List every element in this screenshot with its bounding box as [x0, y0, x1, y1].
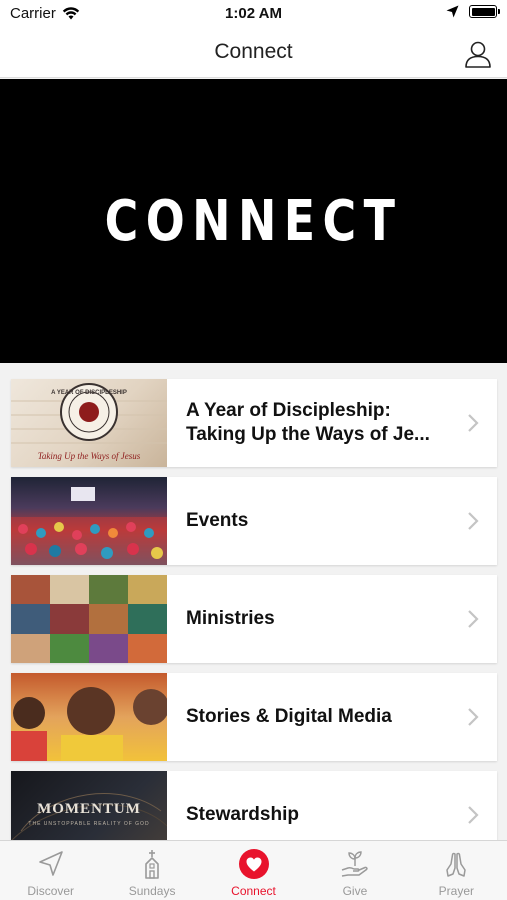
list-item-events[interactable]: Events	[11, 477, 497, 565]
connect-list: A YEAR OF DISCIPLESHIP Taking Up the Way…	[11, 379, 497, 869]
status-bar: Carrier 1:02 AM	[0, 0, 507, 28]
chevron-right-icon	[468, 414, 479, 432]
chevron-right-icon	[468, 512, 479, 530]
list-item-stories[interactable]: Stories & Digital Media	[11, 673, 497, 761]
hero-banner: CONNECT	[0, 79, 507, 363]
tab-label: Sundays	[128, 884, 176, 898]
list-item-label: Stewardship	[186, 804, 299, 825]
discipleship-seal-icon: A YEAR OF DISCIPLESHIP Taking Up the Way…	[11, 383, 167, 461]
page-title: Connect	[214, 40, 293, 63]
status-time: 1:02 AM	[225, 5, 282, 22]
list-item-ministries[interactable]: Ministries	[11, 575, 497, 663]
chevron-right-icon	[468, 806, 479, 824]
tab-connect[interactable]: Connect	[203, 841, 304, 900]
svg-text:Taking Up the Ways of Jesus: Taking Up the Ways of Jesus	[38, 451, 141, 461]
tab-bar: Discover Sundays Connect Give Prayer	[0, 840, 507, 900]
events-thumbnail	[11, 477, 167, 565]
discipleship-thumbnail: A YEAR OF DISCIPLESHIP Taking Up the Way…	[11, 379, 167, 467]
ministries-thumbnail	[11, 575, 167, 663]
tab-discover[interactable]: Discover	[0, 841, 101, 900]
tab-sundays[interactable]: Sundays	[101, 841, 202, 900]
profile-icon[interactable]	[463, 39, 493, 69]
hero-title: CONNECT	[104, 188, 403, 254]
stories-thumbnail	[11, 673, 167, 761]
status-right	[446, 5, 500, 18]
chevron-right-icon	[468, 708, 479, 726]
church-icon	[145, 850, 159, 879]
tab-label: Give	[342, 884, 368, 898]
list-item-label: Stories & Digital Media	[186, 706, 392, 727]
tab-label: Prayer	[438, 884, 474, 898]
praying-hands-icon	[446, 852, 467, 877]
navigation-arrow-icon	[38, 851, 63, 876]
list-item-label: Ministries	[186, 608, 275, 629]
tab-label: Connect	[231, 884, 276, 898]
chevron-right-icon	[468, 610, 479, 628]
battery-icon	[469, 5, 500, 18]
tab-label: Discover	[27, 884, 75, 898]
list-item-label: A Year of Discipleship: Taking Up the Wa…	[186, 400, 430, 445]
location-arrow-icon	[446, 5, 459, 18]
svg-text:THE UNSTOPPABLE REALITY OF GOD: THE UNSTOPPABLE REALITY OF GOD	[28, 821, 149, 827]
tab-give[interactable]: Give	[304, 841, 405, 900]
svg-text:A YEAR OF DISCIPLESHIP: A YEAR OF DISCIPLESHIP	[51, 390, 127, 396]
hand-plant-icon	[341, 851, 368, 877]
heart-icon	[238, 849, 269, 879]
list-item-label: Events	[186, 510, 249, 531]
tab-prayer[interactable]: Prayer	[406, 841, 507, 900]
nav-bar: Connect	[0, 28, 507, 78]
list-item-discipleship[interactable]: A YEAR OF DISCIPLESHIP Taking Up the Way…	[11, 379, 497, 467]
svg-text:MOMENTUM: MOMENTUM	[37, 801, 141, 817]
